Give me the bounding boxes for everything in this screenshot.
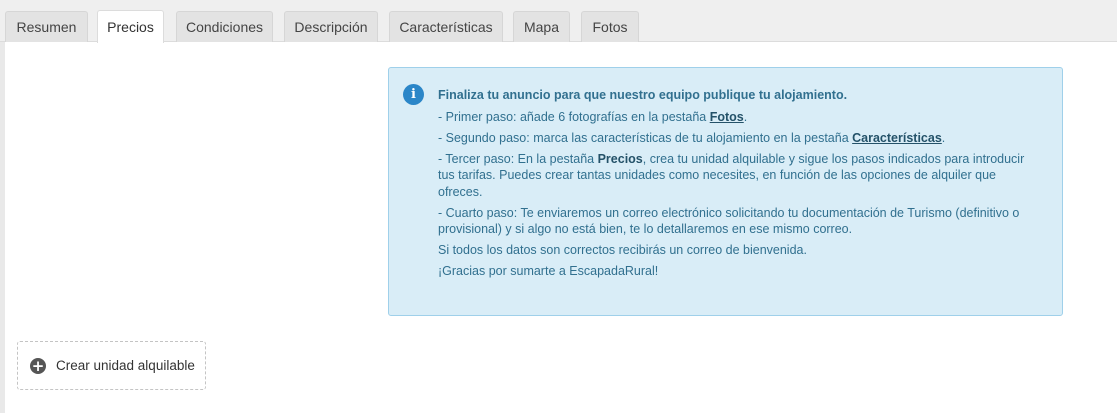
welcome-line: Si todos los datos son correctos recibir…: [438, 243, 807, 257]
create-unit-label: Crear unidad alquilable: [56, 358, 195, 373]
step-1-suffix: .: [743, 109, 748, 124]
tab-precios[interactable]: Precios: [97, 10, 164, 43]
step-3-text: - Tercer paso: En la pestaña: [438, 151, 598, 166]
create-unit-button[interactable]: + Crear unidad alquilable: [17, 341, 206, 390]
step-1: - Primer paso: añade 6 fotografías en la…: [438, 109, 1038, 126]
info-alert: i Finaliza tu anuncio para que nuestro e…: [388, 67, 1063, 316]
step-2-text: - Segundo paso: marca las característica…: [438, 130, 853, 145]
step-4: - Cuarto paso: Te enviaremos un correo e…: [438, 205, 1020, 237]
info-title: Finaliza tu anuncio para que nuestro equ…: [438, 88, 848, 102]
tab-caracteristicas[interactable]: Características: [389, 11, 503, 42]
caracteristicas-link[interactable]: Características: [852, 131, 942, 145]
info-icon: i: [403, 84, 424, 105]
fotos-link[interactable]: Fotos: [710, 110, 744, 124]
tab-condiciones[interactable]: Condiciones: [176, 11, 273, 42]
tab-descripcion[interactable]: Descripción: [284, 11, 378, 42]
left-border: [0, 42, 5, 413]
step-2: - Segundo paso: marca las característica…: [438, 130, 1038, 147]
tab-resumen[interactable]: Resumen: [5, 11, 88, 42]
tab-fotos[interactable]: Fotos: [581, 11, 639, 42]
step-1-text: - Primer paso: añade 6 fotografías en la…: [438, 109, 710, 124]
plus-circle-icon: +: [30, 356, 46, 375]
tab-bar: Resumen Precios Condiciones Descripción …: [0, 0, 1117, 43]
precios-bold: Precios: [597, 151, 643, 166]
step-2-suffix: .: [941, 130, 946, 145]
thanks-line: ¡Gracias por sumarte a EscapadaRural!: [438, 264, 659, 278]
info-content: Finaliza tu anuncio para que nuestro equ…: [438, 87, 1038, 284]
step-3: - Tercer paso: En la pestaña Precios, cr…: [438, 151, 1038, 201]
tab-mapa[interactable]: Mapa: [513, 11, 570, 42]
